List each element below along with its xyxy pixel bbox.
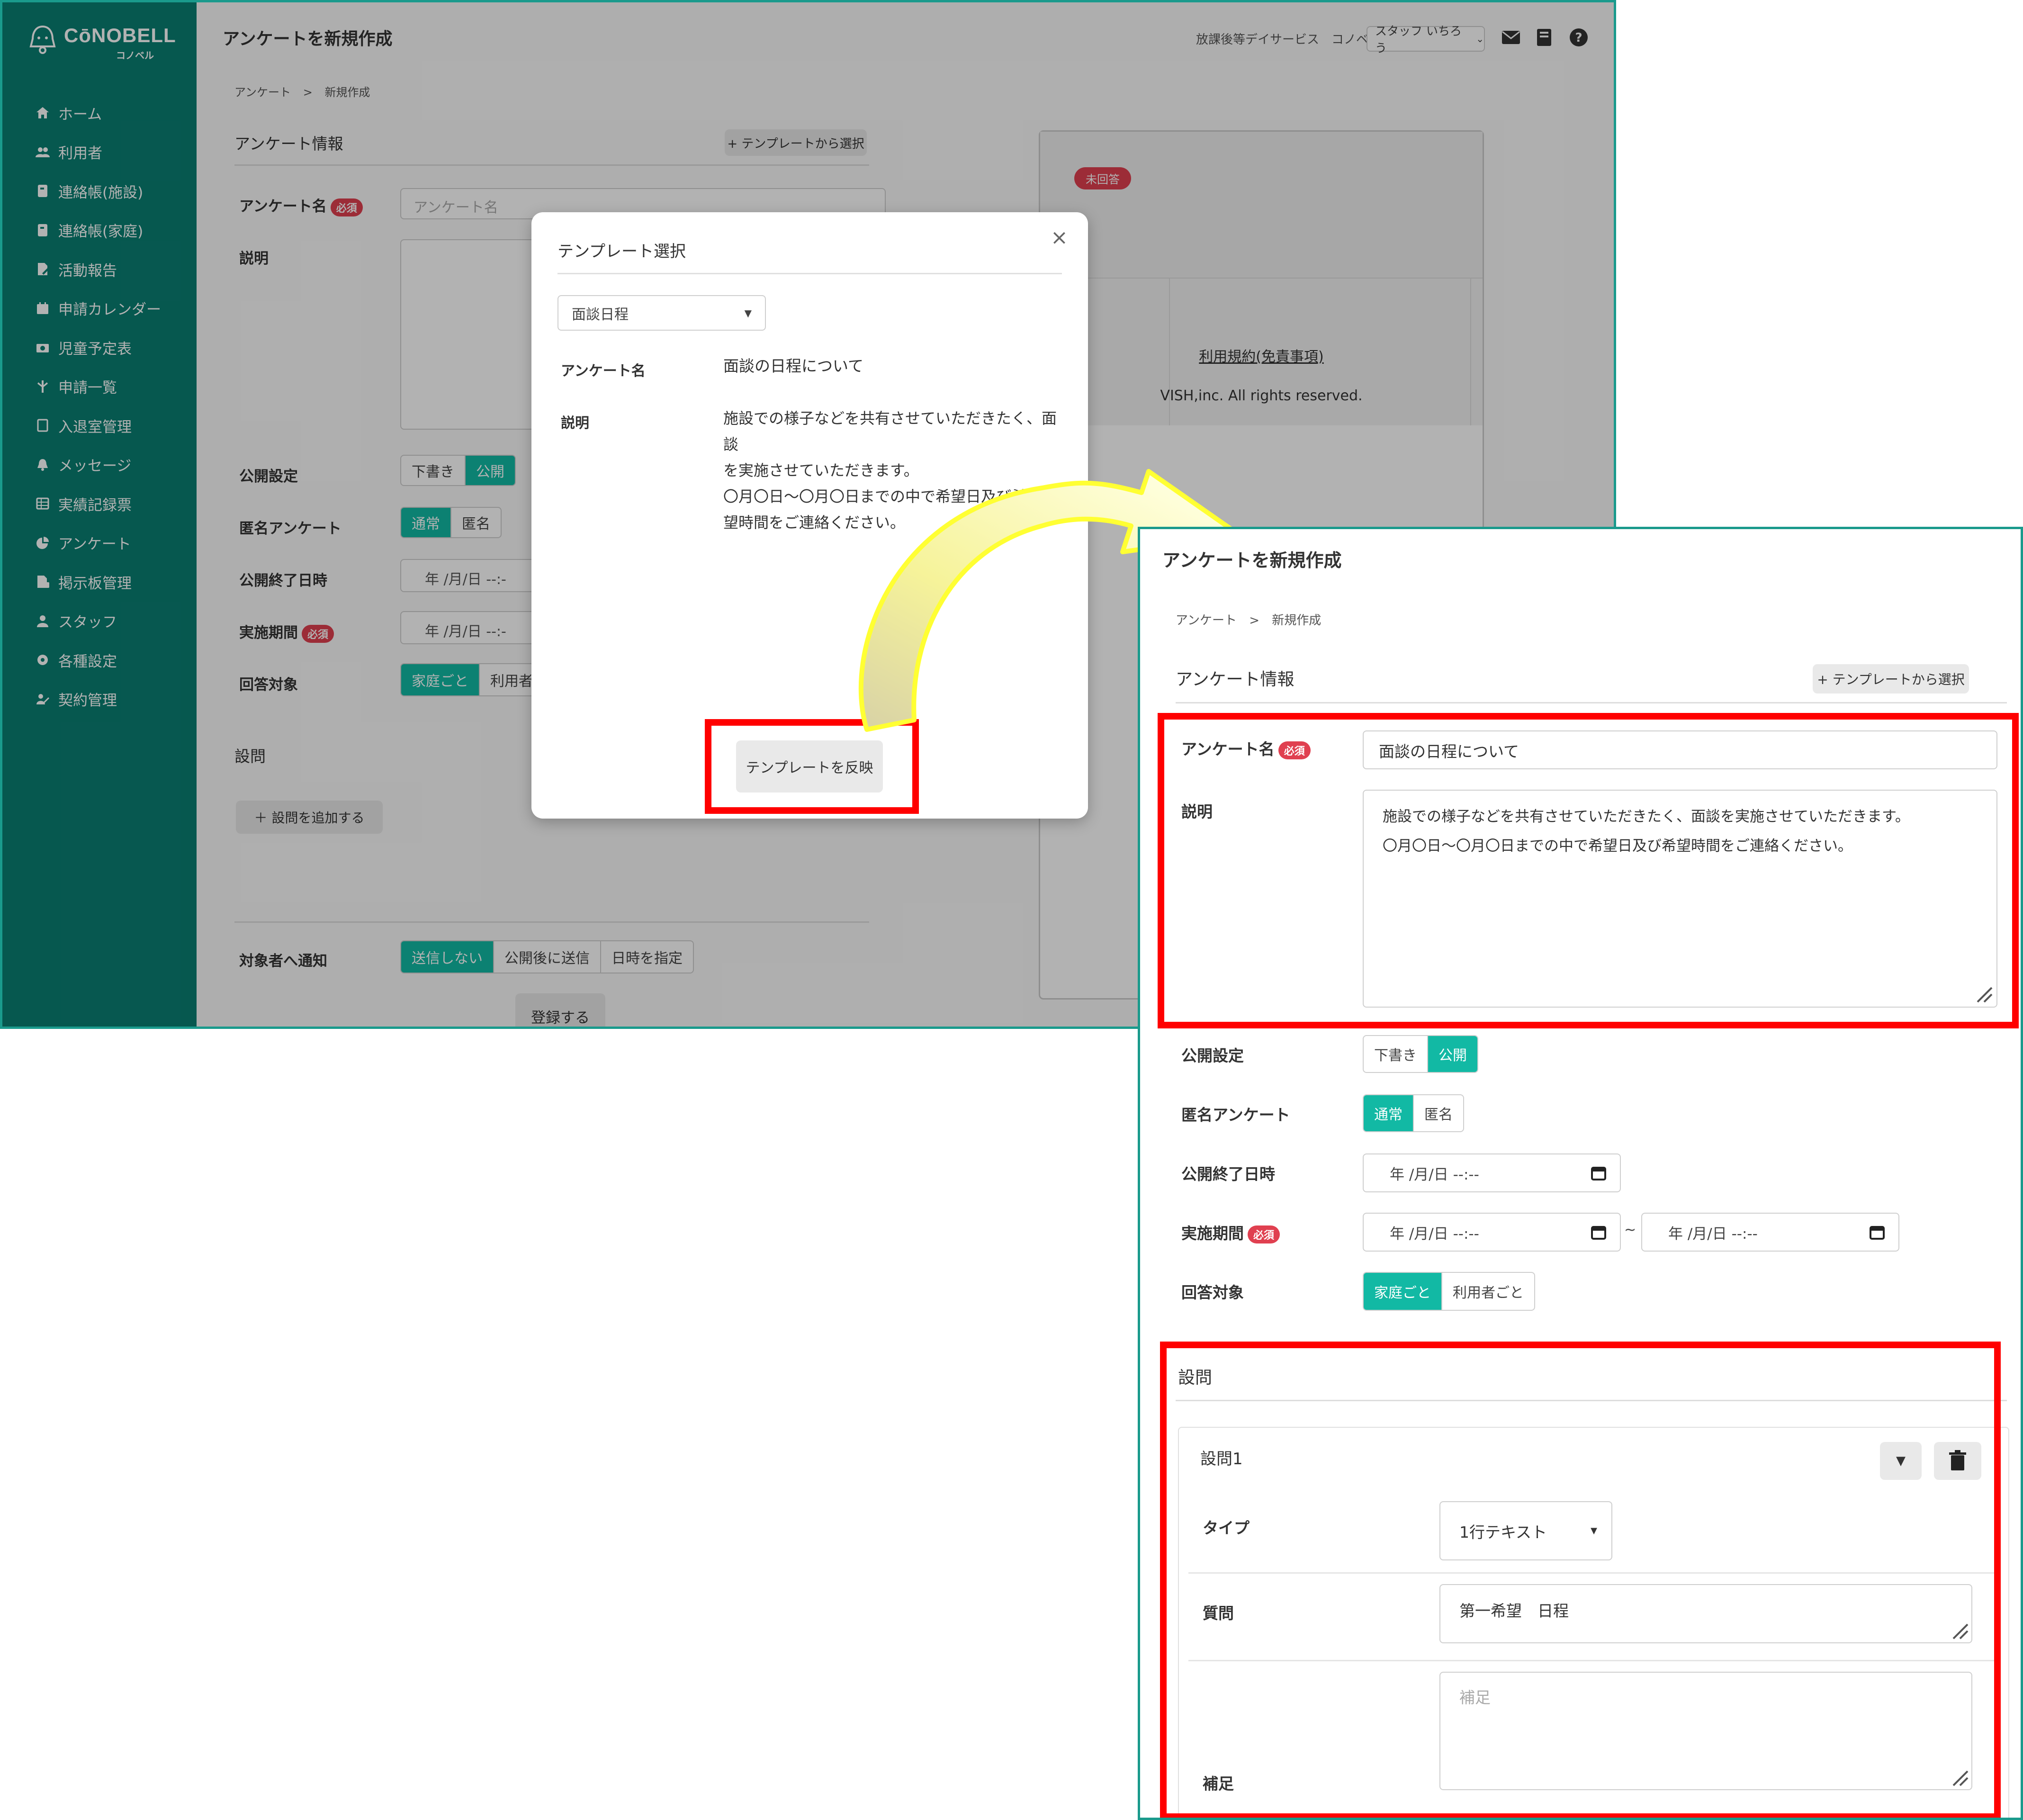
result-template-select-button[interactable]: + テンプレートから選択 bbox=[1813, 664, 1969, 694]
period-end-placeholder: 年 /月/日 --:-- bbox=[1668, 1225, 1758, 1243]
modal-desc-label: 説明 bbox=[561, 415, 589, 432]
period-separator: ~ bbox=[1624, 1222, 1636, 1238]
publish-public-option[interactable]: 公開 bbox=[1428, 1036, 1477, 1072]
breadcrumb-parent[interactable]: アンケート bbox=[1176, 613, 1237, 628]
result-anon-label: 匿名アンケート bbox=[1181, 1106, 1290, 1124]
end-date-placeholder: 年 /月/日 --:-- bbox=[1390, 1166, 1479, 1183]
period-start-placeholder: 年 /月/日 --:-- bbox=[1390, 1225, 1479, 1243]
result-target-label: 回答対象 bbox=[1181, 1283, 1244, 1302]
target-user-option[interactable]: 利用者ごと bbox=[1442, 1273, 1534, 1310]
publish-draft-option[interactable]: 下書き bbox=[1364, 1036, 1428, 1072]
anon-anonymous-option[interactable]: 匿名 bbox=[1414, 1095, 1463, 1131]
required-badge: 必須 bbox=[1248, 1225, 1280, 1243]
calendar-icon[interactable] bbox=[1869, 1224, 1885, 1240]
result-end-date-input[interactable]: 年 /月/日 --:-- bbox=[1363, 1153, 1621, 1192]
result-period-label: 実施期間 必須 bbox=[1181, 1221, 1280, 1243]
calendar-icon[interactable] bbox=[1591, 1224, 1607, 1240]
modal-name-label: アンケート名 bbox=[561, 363, 646, 379]
modal-title: テンプレート選択 bbox=[557, 242, 686, 261]
close-icon[interactable]: × bbox=[1051, 225, 1068, 250]
breadcrumb-current: 新規作成 bbox=[1272, 613, 1322, 628]
anon-normal-option[interactable]: 通常 bbox=[1364, 1095, 1414, 1131]
result-publish-toggle[interactable]: 下書き 公開 bbox=[1363, 1035, 1478, 1073]
result-publish-label: 公開設定 bbox=[1181, 1046, 1244, 1065]
result-anon-toggle[interactable]: 通常 匿名 bbox=[1363, 1094, 1464, 1132]
result-target-toggle[interactable]: 家庭ごと 利用者ごと bbox=[1363, 1272, 1535, 1311]
modal-divider bbox=[557, 273, 1062, 274]
result-screenshot: アンケートを新規作成 アンケート > 新規作成 アンケート情報 + テンプレート… bbox=[1138, 527, 2023, 1820]
result-page-title: アンケートを新規作成 bbox=[1162, 550, 1342, 571]
breadcrumb-sep: > bbox=[1249, 613, 1260, 628]
highlight-name-desc bbox=[1158, 713, 2019, 1028]
result-breadcrumb: アンケート > 新規作成 bbox=[1176, 611, 1321, 628]
target-family-option[interactable]: 家庭ごと bbox=[1364, 1273, 1442, 1310]
highlight-questions bbox=[1160, 1342, 2001, 1818]
template-select[interactable]: 面談日程 ▼ bbox=[557, 295, 766, 331]
result-period-label-text: 実施期間 bbox=[1181, 1224, 1244, 1243]
template-select-value: 面談日程 bbox=[572, 306, 629, 323]
result-period-start-input[interactable]: 年 /月/日 --:-- bbox=[1363, 1213, 1621, 1252]
result-divider bbox=[1176, 702, 2007, 703]
result-end-date-label: 公開終了日時 bbox=[1181, 1165, 1275, 1183]
modal-desc-line: 施設での様子などを共有させていただきたく、面談 bbox=[723, 409, 1057, 453]
caret-down-icon: ▼ bbox=[744, 307, 752, 319]
calendar-icon[interactable] bbox=[1591, 1165, 1607, 1181]
result-section-info-title: アンケート情報 bbox=[1176, 670, 1295, 689]
modal-name-value: 面談の日程について bbox=[723, 357, 864, 375]
result-period-end-input[interactable]: 年 /月/日 --:-- bbox=[1641, 1213, 1899, 1252]
